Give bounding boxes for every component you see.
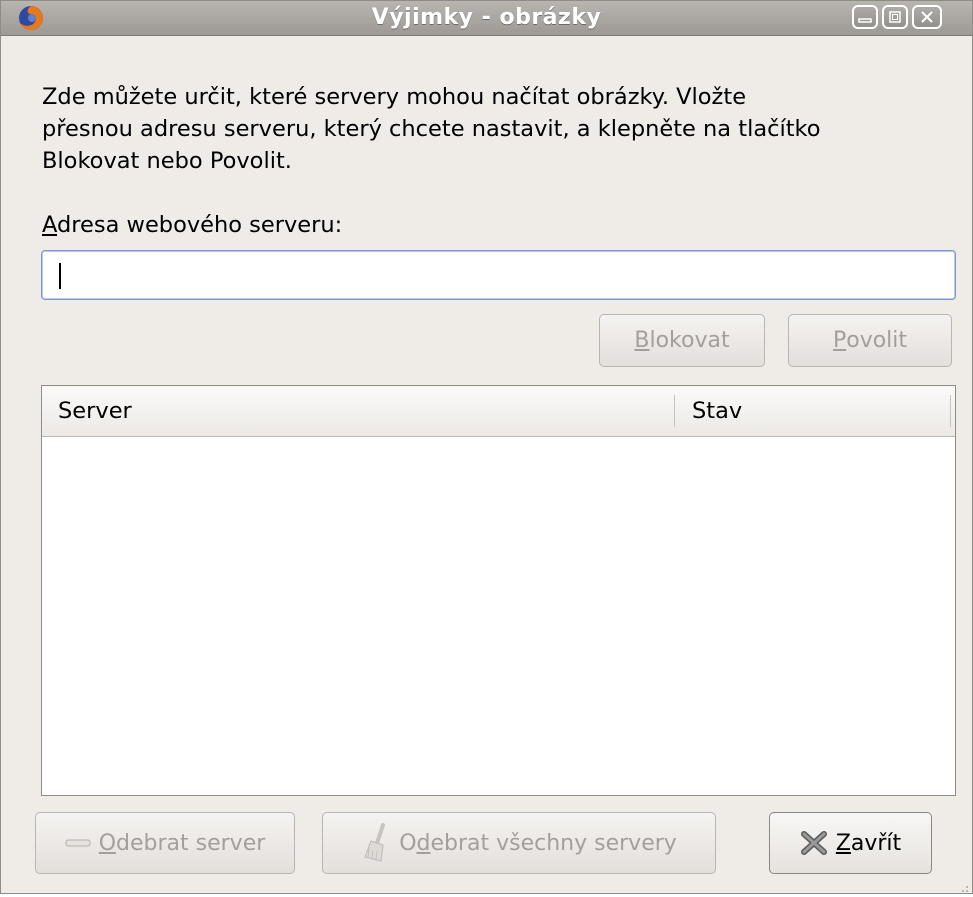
remove-all-servers-button[interactable]: Od ebrat všechny servery [322,812,716,874]
block-mnemonic: B [634,328,650,353]
column-separator[interactable] [674,395,675,427]
dialog-window: Výjimky - obrázky Zde můžete určit, kter… [0,0,973,894]
remove-all-label: ebrat všechny servery [430,830,677,856]
remove-server-mnemonic: O [98,830,117,856]
address-label: Adresa webového serveru: [42,209,342,241]
dialog-description: Zde můžete určit, které servery mohou na… [42,81,962,177]
minus-icon [65,838,91,848]
remove-all-mnemonic: d [416,830,431,856]
allow-button[interactable]: Povolit [788,314,952,367]
address-label-mnemonic: A [42,212,57,238]
remove-server-button[interactable]: Odebrat server [35,812,295,874]
close-window-button[interactable] [912,5,942,29]
title-bar[interactable]: Výjimky - obrázky [1,1,972,77]
resize-grip-icon[interactable] [957,878,969,892]
maximize-icon [889,11,901,23]
allow-label: ovolit [846,328,908,353]
broom-icon [361,823,391,863]
text-caret [59,263,61,289]
block-label: lokovat [649,328,730,353]
close-mnemonic: Z [835,830,851,856]
close-icon [921,11,933,23]
block-button[interactable]: Blokovat [599,314,765,367]
minimize-icon [858,18,872,23]
description-line: Zde můžete určit, které servery mohou na… [42,84,747,110]
description-line: Blokovat nebo Povolit. [42,148,292,174]
maximize-button[interactable] [882,5,908,29]
column-header-server[interactable]: Server [58,386,132,436]
allow-mnemonic: P [832,328,847,353]
close-button[interactable]: Zavřít [769,812,932,874]
remove-server-label: debrat server [116,830,266,856]
window-title: Výjimky - obrázky [371,5,602,30]
address-label-text: dresa webového serveru: [57,212,343,238]
description-line: přesnou adresu serveru, který chcete nas… [42,116,821,142]
close-label: avřít [850,830,902,856]
minimize-button[interactable] [852,5,878,29]
remove-all-label-pre: O [399,830,417,856]
exceptions-table[interactable]: Server Stav [41,385,956,796]
x-icon [800,830,828,856]
server-address-input[interactable] [41,250,956,300]
column-separator[interactable] [950,395,951,427]
table-header: Server Stav [42,386,955,437]
column-header-status[interactable]: Stav [692,386,742,436]
